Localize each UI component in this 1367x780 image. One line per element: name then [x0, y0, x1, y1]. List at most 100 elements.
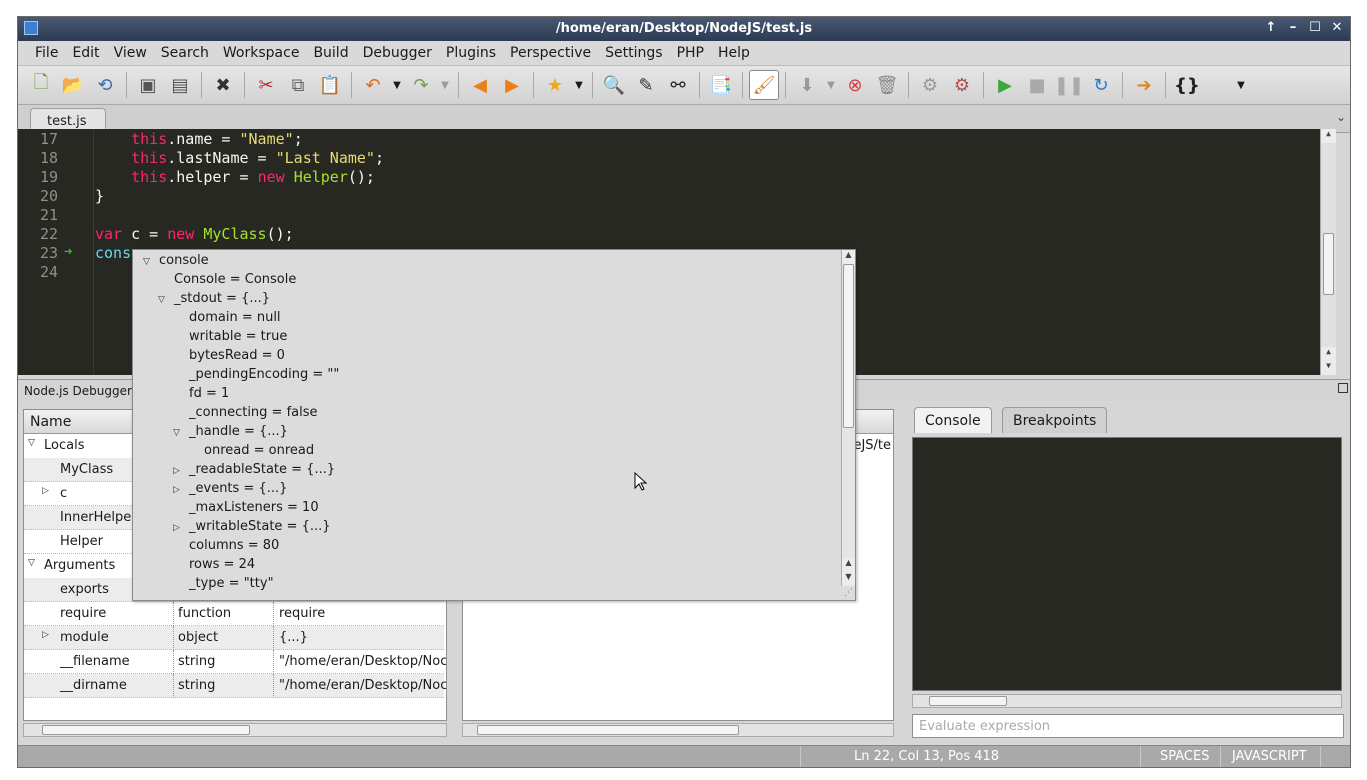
back-arrow-icon[interactable]: ◀ — [465, 70, 495, 100]
code-line[interactable]: this.name = "Name"; — [95, 130, 303, 148]
inspect-tree-row[interactable]: ▽ console — [143, 253, 209, 268]
menu-file[interactable]: File — [28, 45, 65, 61]
menu-debugger[interactable]: Debugger — [356, 45, 439, 61]
editor-scroll-thumb[interactable] — [1323, 233, 1334, 295]
inspect-tree-row[interactable]: ▽ _handle = {...} — [173, 424, 288, 439]
search-icon[interactable]: 🔍 — [599, 70, 629, 100]
variables-horizontal-scrollbar[interactable] — [23, 723, 447, 737]
tab-breakpoints[interactable]: Breakpoints — [1002, 407, 1108, 433]
inspect-tree-row[interactable]: _maxListeners = 10 — [173, 500, 319, 515]
inspect-tree-row[interactable]: bytesRead = 0 — [173, 348, 285, 363]
code-line[interactable]: cons — [95, 244, 131, 262]
maximize-icon[interactable]: ☐ — [1308, 20, 1322, 35]
callstack-horizontal-scrollbar[interactable] — [462, 723, 894, 737]
undo-dropdown-icon[interactable]: ▼ — [390, 70, 404, 100]
scroll-down-icon[interactable]: ▼ — [1321, 361, 1336, 375]
expand-triangle-icon[interactable]: ▽ — [28, 438, 35, 448]
evaluate-expression-input[interactable]: Evaluate expression — [912, 714, 1344, 738]
expand-triangle-icon[interactable]: ▽ — [173, 428, 183, 438]
code-line[interactable]: this.lastName = "Last Name"; — [95, 149, 384, 167]
popup-vertical-scrollbar[interactable]: ▲ ▲ ▼ — [841, 250, 855, 586]
gear-icon[interactable]: ⚙ — [915, 70, 945, 100]
scroll-up-icon[interactable]: ▲ — [1321, 129, 1336, 143]
stop-icon[interactable]: ■ — [1022, 70, 1052, 100]
console-output[interactable] — [912, 437, 1342, 691]
menu-edit[interactable]: Edit — [65, 45, 106, 61]
toolbar-overflow-icon[interactable]: ▼ — [1234, 70, 1248, 100]
trash-icon[interactable]: 🗑 — [872, 70, 902, 100]
variable-row[interactable]: __filename string "/home/eran/Desktop/Noc — [24, 650, 446, 674]
inspect-tree-row[interactable]: writable = true — [173, 329, 287, 344]
undo-icon[interactable]: ↶ — [358, 70, 388, 100]
run-icon[interactable]: ▶ — [990, 70, 1020, 100]
menu-help[interactable]: Help — [711, 45, 757, 61]
code-line[interactable]: } — [95, 187, 104, 205]
save-all-icon[interactable]: ▤ — [165, 70, 195, 100]
redo-dropdown-icon[interactable]: ▼ — [438, 70, 452, 100]
inspect-tooltip-popup[interactable]: ▲ ▲ ▼ ⋰ ▽ console Console = Console ▽ _stdou… — [132, 249, 856, 601]
console-horizontal-scrollbar[interactable] — [912, 694, 1342, 708]
variable-row[interactable]: __dirname string "/home/eran/Desktop/Noc — [24, 674, 446, 698]
expand-triangle-icon[interactable]: ▷ — [42, 630, 49, 640]
indent-mode[interactable]: SPACES — [1160, 749, 1209, 764]
code-line[interactable]: var c = new MyClass(); — [95, 225, 294, 243]
expand-triangle-icon[interactable]: ▽ — [143, 257, 153, 267]
menu-php[interactable]: PHP — [670, 45, 711, 61]
copy-icon[interactable]: ⧉ — [283, 70, 313, 100]
reload-icon[interactable]: ⟲ — [90, 70, 120, 100]
resize-grip-icon[interactable]: ⋰ — [844, 588, 853, 598]
language-mode[interactable]: JAVASCRIPT — [1232, 749, 1307, 764]
cut-icon[interactable]: ✂ — [251, 70, 281, 100]
popup-scroll-thumb[interactable] — [843, 264, 854, 428]
new-file-icon[interactable]: 🗋 — [26, 70, 56, 100]
bookmark-star-icon[interactable]: ★ — [540, 70, 570, 100]
editor-vertical-scrollbar[interactable]: ▲ ▲ ▼ — [1320, 129, 1336, 375]
replace-icon[interactable]: ✎ — [631, 70, 661, 100]
find-binoculars-icon[interactable]: ⚯ — [663, 70, 693, 100]
inspect-tree-row[interactable]: _type = "tty" — [173, 576, 274, 591]
scroll-up-icon[interactable]: ▲ — [1321, 347, 1336, 361]
open-folder-icon[interactable]: 📂 — [58, 70, 88, 100]
inspect-tree-row[interactable]: _connecting = false — [173, 405, 318, 420]
redo-icon[interactable]: ↷ — [406, 70, 436, 100]
menu-view[interactable]: View — [107, 45, 154, 61]
expand-triangle-icon[interactable]: ▽ — [28, 558, 35, 568]
inspect-tree-row[interactable]: ▷ _readableState = {...} — [173, 462, 335, 477]
variables-scroll-thumb[interactable] — [42, 725, 250, 735]
bookmark-dropdown-icon[interactable]: ▼ — [572, 70, 586, 100]
forward-arrow-icon[interactable]: ▶ — [497, 70, 527, 100]
download-dropdown-icon[interactable]: ▼ — [824, 70, 838, 100]
brush-icon[interactable]: 🖌 — [749, 70, 779, 100]
menu-settings[interactable]: Settings — [598, 45, 669, 61]
refresh-icon[interactable]: ↻ — [1086, 70, 1116, 100]
menu-perspective[interactable]: Perspective — [503, 45, 598, 61]
close-window-icon[interactable]: ✕ — [1330, 20, 1344, 35]
scroll-up-icon[interactable]: ▲ — [842, 558, 855, 572]
inspect-tree-row[interactable]: columns = 80 — [173, 538, 279, 553]
pause-icon[interactable]: ❚❚ — [1054, 70, 1084, 100]
expand-triangle-icon[interactable]: ▽ — [158, 295, 168, 305]
inspect-tree-row[interactable]: Console = Console — [158, 272, 296, 287]
expand-triangle-icon[interactable]: ▷ — [173, 485, 183, 495]
save-icon[interactable]: ▣ — [133, 70, 163, 100]
minimize-icon[interactable]: – — [1286, 20, 1300, 35]
inspect-tree-row[interactable]: ▷ _events = {...} — [173, 481, 287, 496]
variable-row[interactable]: require function require — [24, 602, 444, 626]
menu-search[interactable]: Search — [154, 45, 216, 61]
step-over-icon[interactable]: ➔ — [1129, 70, 1159, 100]
download-icon[interactable]: ⬇ — [792, 70, 822, 100]
chevron-down-icon[interactable]: ⌄ — [1336, 110, 1346, 124]
menu-workspace[interactable]: Workspace — [216, 45, 307, 61]
braces-icon[interactable]: {} — [1172, 70, 1202, 100]
expand-triangle-icon[interactable]: ▷ — [173, 466, 183, 476]
menu-plugins[interactable]: Plugins — [439, 45, 503, 61]
expand-triangle-icon[interactable]: ▷ — [173, 523, 183, 533]
inspect-tree-row[interactable]: _pendingEncoding = "" — [173, 367, 339, 382]
paste-clipboard-icon[interactable]: 📑 — [706, 70, 736, 100]
console-scroll-thumb[interactable] — [929, 696, 1007, 706]
gear-stop-icon[interactable]: ⚙ — [947, 70, 977, 100]
callstack-scroll-thumb[interactable] — [477, 725, 739, 735]
variable-row[interactable]: ▷ module object {...} — [24, 626, 444, 650]
scroll-up-icon[interactable]: ▲ — [842, 250, 855, 264]
inspect-tree-row[interactable]: ▽ _stdout = {...} — [158, 291, 270, 306]
